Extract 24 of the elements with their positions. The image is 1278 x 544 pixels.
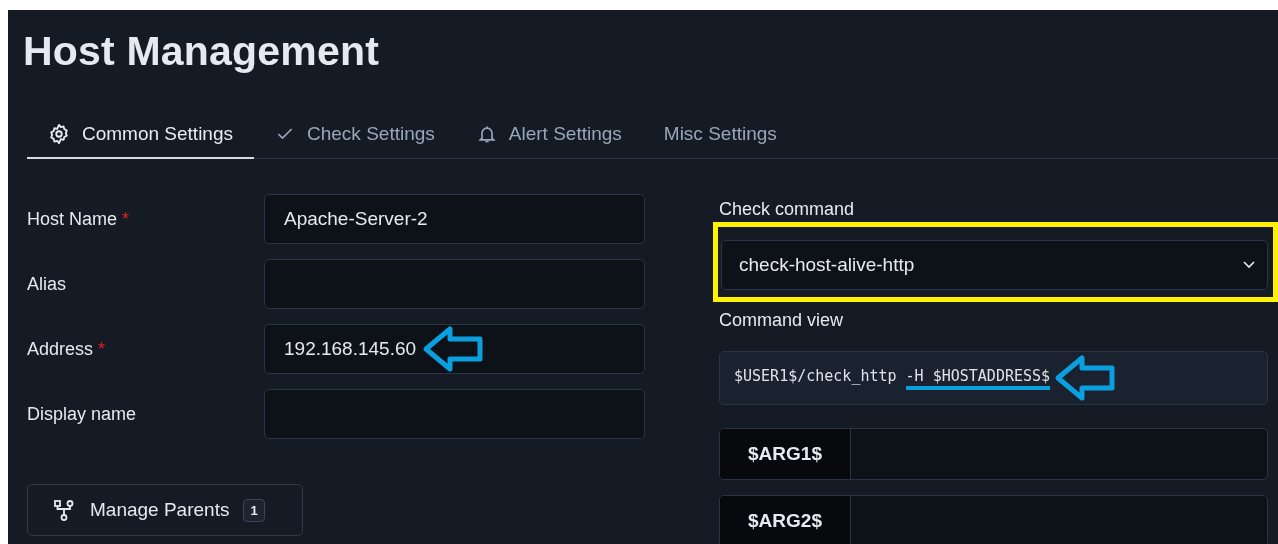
- text-field[interactable]: Apache-Server-2: [264, 194, 645, 244]
- hierarchy-icon: [52, 498, 76, 522]
- field-label: Display name: [27, 403, 138, 425]
- text-field[interactable]: [264, 389, 645, 439]
- field-label: Check command: [719, 199, 856, 220]
- tab[interactable]: Common Settings: [27, 110, 254, 159]
- field-label: Address *: [27, 338, 107, 360]
- field-label: Alias: [27, 273, 67, 295]
- tab[interactable]: Misc Settings: [642, 110, 798, 159]
- field-label: Host Name *: [27, 208, 131, 230]
- command-select[interactable]: check-host-alive-http: [721, 240, 1268, 290]
- tab[interactable]: Check Settings: [254, 110, 456, 159]
- page-title: Host Management: [23, 27, 381, 74]
- text-field[interactable]: 192.168.145.60: [264, 324, 645, 374]
- text-field[interactable]: [264, 259, 645, 309]
- chevron-down-icon: [1243, 261, 1255, 269]
- manage-parents-button[interactable]: Manage Parents 1: [27, 484, 303, 536]
- argument-field[interactable]: $ARG2$: [719, 495, 1268, 544]
- gear-icon: [48, 122, 70, 145]
- argument-field[interactable]: $ARG1$: [719, 428, 1268, 480]
- command-text: $USER1$/check_http -H $HOSTADDRESS$: [734, 365, 1051, 391]
- count-badge: 1: [243, 498, 265, 522]
- field-label: Command view: [719, 310, 845, 331]
- tab[interactable]: Alert Settings: [455, 110, 643, 159]
